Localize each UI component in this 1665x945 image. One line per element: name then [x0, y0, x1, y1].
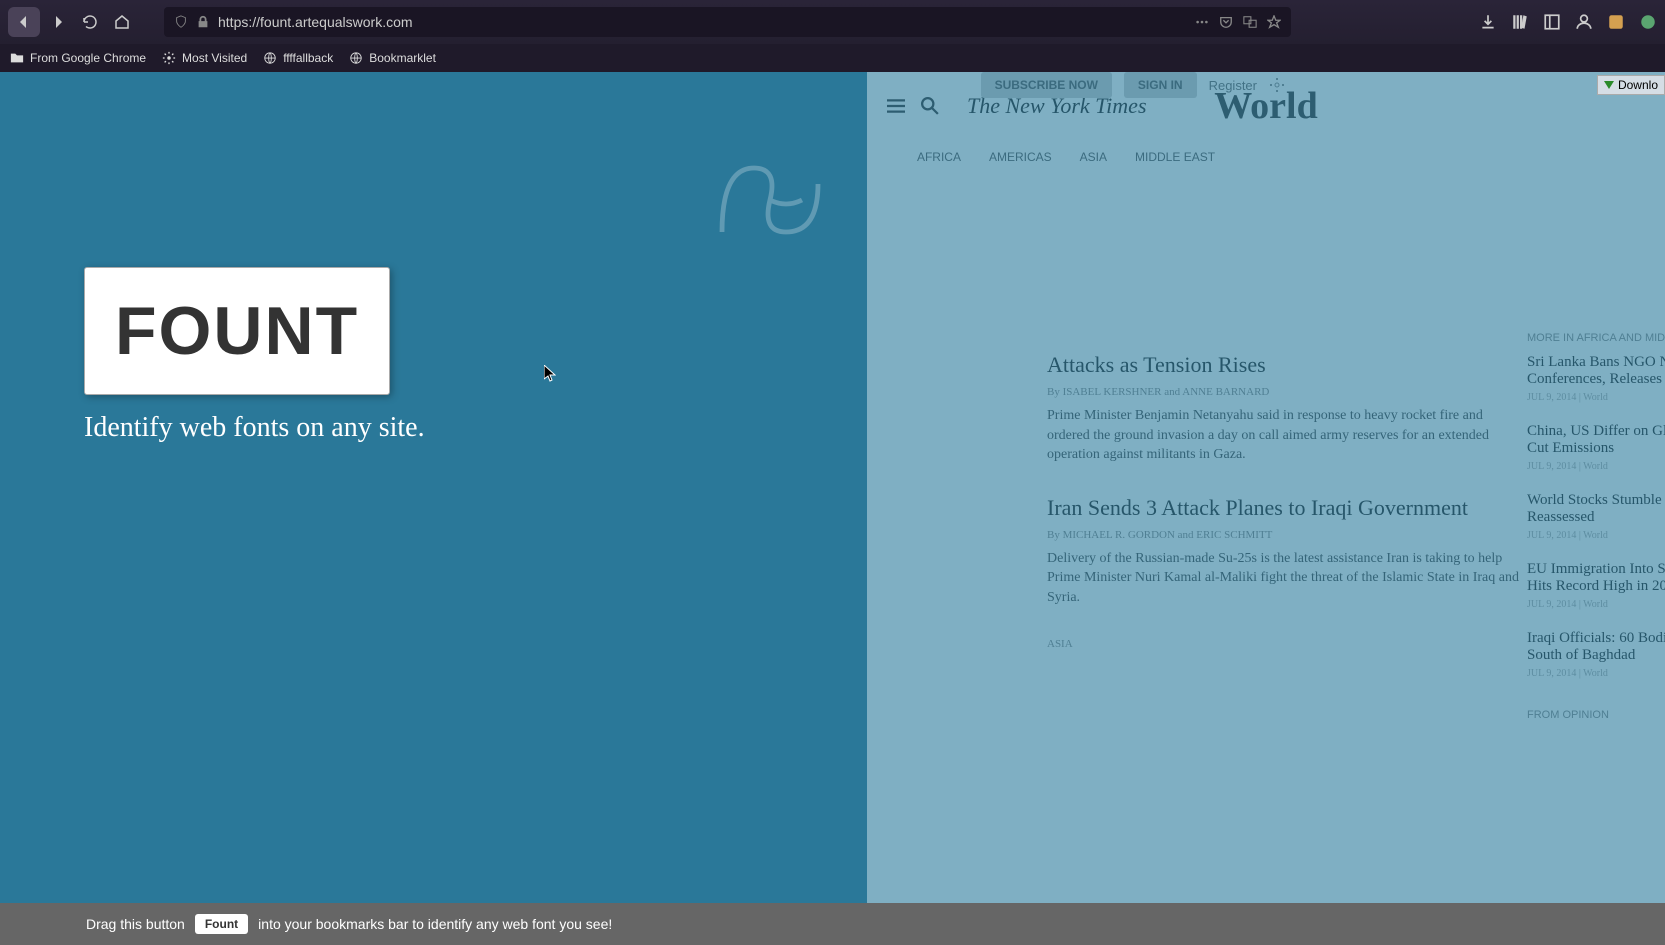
download-label: Downlo	[1618, 78, 1658, 92]
download-arrow-icon	[1604, 81, 1614, 89]
bookmark-from-chrome[interactable]: From Google Chrome	[10, 51, 146, 65]
fount-title: FOUNT	[115, 292, 359, 370]
article-byline: By MICHAEL R. GORDON and ERIC SCHMITT	[1047, 529, 1527, 541]
forward-button[interactable]	[44, 8, 72, 36]
register-link[interactable]: Register	[1209, 78, 1257, 93]
article-item: Attacks as Tension Rises By ISABEL KERSH…	[1047, 352, 1527, 465]
side-article-date: JUL 9, 2014 | World	[1527, 461, 1665, 472]
lock-icon	[196, 15, 210, 29]
account-icon[interactable]	[1575, 13, 1593, 31]
sidebar-icon[interactable]	[1543, 13, 1561, 31]
signin-button[interactable]: SIGN IN	[1124, 72, 1197, 98]
side-article-title: Iraqi Officials: 60 Bodies Found South o…	[1527, 630, 1665, 664]
globe-icon	[263, 51, 277, 65]
side-article[interactable]: EU Immigration Into Switzerland Hits Rec…	[1527, 561, 1665, 610]
side-article-title: World Stocks Stumble as Gains Reassessed	[1527, 492, 1665, 526]
settings-gear-icon[interactable]	[1269, 77, 1285, 93]
side-article-date: JUL 9, 2014 | World	[1527, 392, 1665, 403]
side-article-date: JUL 9, 2014 | World	[1527, 599, 1665, 610]
bookmark-most-visited[interactable]: Most Visited	[162, 51, 247, 65]
instruction-text-pre: Drag this button	[86, 916, 185, 932]
side-article-date: JUL 9, 2014 | World	[1527, 668, 1665, 679]
bookmarks-bar: From Google Chrome Most Visited ffffallb…	[0, 44, 1665, 72]
nyt-header-right: SUBSCRIBE NOW SIGN IN Register	[981, 72, 1285, 98]
translate-icon[interactable]	[1243, 15, 1257, 29]
library-icon[interactable]	[1511, 13, 1529, 31]
url-actions	[1195, 15, 1281, 29]
article-summary: Prime Minister Benjamin Netanyahu said i…	[1047, 406, 1527, 465]
bookmark-label: ffffallback	[283, 51, 333, 65]
search-icon[interactable]	[921, 97, 939, 115]
url-bar[interactable]: https://fount.artequalswork.com	[164, 7, 1291, 37]
fount-bookmarklet-button[interactable]: Fount	[195, 914, 248, 934]
bg-right-pane: The New York Times World SUBSCRIBE NOW S…	[867, 72, 1665, 945]
back-button[interactable]	[8, 7, 40, 37]
instruction-bar: Drag this button Fount into your bookmar…	[0, 903, 1665, 945]
article-summary: Delivery of the Russian-made Su-25s is t…	[1047, 549, 1527, 608]
nav-item[interactable]: AFRICA	[917, 150, 961, 164]
asia-section-label: ASIA	[1047, 638, 1527, 650]
bookmark-ffffallback[interactable]: ffffallback	[263, 51, 333, 65]
nav-item[interactable]: MIDDLE EAST	[1135, 150, 1215, 164]
article-byline: By ISABEL KERSHNER and ANNE BARNARD	[1047, 386, 1527, 398]
toolbar-right	[1479, 13, 1657, 31]
fount-script-logo	[690, 120, 850, 280]
downloads-icon[interactable]	[1479, 13, 1497, 31]
gear-icon	[162, 51, 176, 65]
browser-toolbar: https://fount.artequalswork.com	[0, 0, 1665, 44]
extension-icon-2[interactable]	[1639, 13, 1657, 31]
nav-button-group	[8, 7, 136, 37]
nyt-section-nav: AFRICA AMERICAS ASIA MIDDLE EAST	[867, 150, 1265, 164]
nav-item[interactable]: AMERICAS	[989, 150, 1052, 164]
fount-overlay: FOUNT Identify web fonts on any site.	[0, 72, 867, 945]
side-section-label: MORE IN AFRICA AND MIDDLE EAST	[1527, 332, 1665, 344]
side-article-date: JUL 9, 2014 | World	[1527, 530, 1665, 541]
shield-icon	[174, 15, 188, 29]
nyt-main-articles: Attacks as Tension Rises By ISABEL KERSH…	[1047, 352, 1527, 660]
subscribe-button[interactable]: SUBSCRIBE NOW	[981, 72, 1112, 98]
reload-button[interactable]	[76, 8, 104, 36]
nav-item[interactable]: ASIA	[1080, 150, 1107, 164]
bookmark-label: From Google Chrome	[30, 51, 146, 65]
article-headline[interactable]: Attacks as Tension Rises	[1047, 352, 1527, 378]
bookmark-star-icon[interactable]	[1267, 15, 1281, 29]
side-article[interactable]: Iraqi Officials: 60 Bodies Found South o…	[1527, 630, 1665, 679]
fount-title-card: FOUNT	[84, 267, 390, 395]
side-article-title: EU Immigration Into Switzerland Hits Rec…	[1527, 561, 1665, 595]
bookmark-label: Most Visited	[182, 51, 247, 65]
fount-tagline: Identify web fonts on any site.	[84, 412, 425, 444]
extension-icon-1[interactable]	[1607, 13, 1625, 31]
side-article-title: China, US Differ on Global Plan to Cut E…	[1527, 423, 1665, 457]
side-article[interactable]: Sri Lanka Bans NGO News Conferences, Rel…	[1527, 354, 1665, 403]
download-widget[interactable]: Downlo	[1597, 75, 1665, 95]
url-text: https://fount.artequalswork.com	[218, 14, 413, 30]
globe-icon	[349, 51, 363, 65]
side-article[interactable]: World Stocks Stumble as Gains Reassessed…	[1527, 492, 1665, 541]
folder-icon	[10, 51, 24, 65]
nyt-side-articles: MORE IN AFRICA AND MIDDLE EAST Sri Lanka…	[1527, 332, 1665, 731]
home-button[interactable]	[108, 8, 136, 36]
pocket-icon[interactable]	[1219, 15, 1233, 29]
bookmark-bookmarklet[interactable]: Bookmarklet	[349, 51, 436, 65]
hamburger-icon[interactable]	[887, 97, 905, 115]
article-headline[interactable]: Iran Sends 3 Attack Planes to Iraqi Gove…	[1047, 495, 1527, 521]
article-item: Iran Sends 3 Attack Planes to Iraqi Gove…	[1047, 495, 1527, 608]
page-viewport: The New York Times World SUBSCRIBE NOW S…	[0, 72, 1665, 945]
instruction-text-post: into your bookmarks bar to identify any …	[258, 916, 612, 932]
from-opinion-label: FROM OPINION	[1527, 709, 1665, 721]
bookmark-label: Bookmarklet	[369, 51, 436, 65]
more-icon[interactable]	[1195, 15, 1209, 29]
side-article[interactable]: China, US Differ on Global Plan to Cut E…	[1527, 423, 1665, 472]
side-article-title: Sri Lanka Bans NGO News Conferences, Rel…	[1527, 354, 1665, 388]
